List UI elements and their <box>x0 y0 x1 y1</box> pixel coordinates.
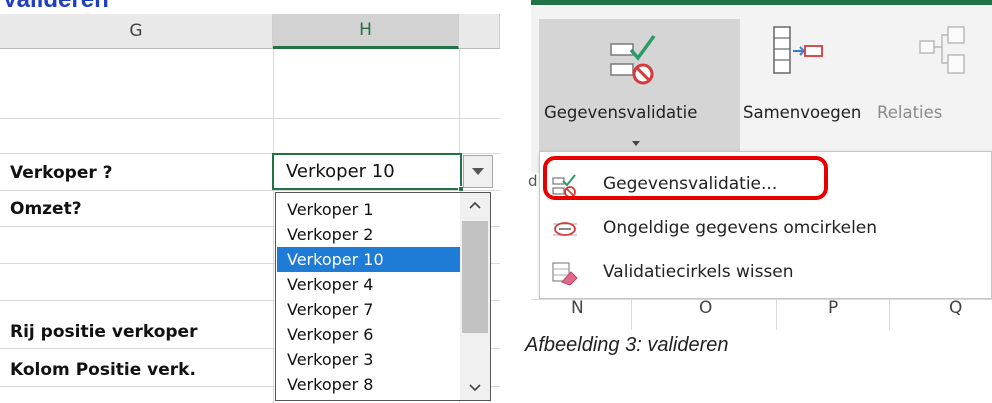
gridline <box>889 300 890 330</box>
relations-button[interactable]: Relaties <box>877 103 942 122</box>
chevron-down-icon[interactable] <box>632 141 640 146</box>
data-validation-icon <box>610 34 656 85</box>
cell-label-kolom-positie[interactable]: Kolom Positie verk. <box>10 360 196 380</box>
scroll-up-icon[interactable] <box>460 193 490 217</box>
active-cell-h[interactable]: Verkoper 10 <box>272 153 464 192</box>
dropdown-arrow-button[interactable] <box>463 155 493 188</box>
gridline <box>273 49 274 403</box>
spreadsheet-area: G H Verkoper ? Omzet? Rij positie verkop… <box>0 0 500 403</box>
validation-dropdown-list[interactable]: Verkoper 1 Verkoper 2 Verkoper 10 Verkop… <box>275 192 491 401</box>
gridline <box>0 190 500 191</box>
column-header-row: N O P Q <box>531 298 992 330</box>
column-header-next[interactable] <box>459 14 500 49</box>
cell-label-verkoper[interactable]: Verkoper ? <box>10 163 113 183</box>
merge-icon <box>773 26 823 74</box>
list-item[interactable]: Verkoper 3 <box>277 347 460 372</box>
figure-caption: Afbeelding 3: valideren <box>525 334 729 356</box>
dropdown-arrow-icon <box>472 168 484 175</box>
relationships-icon <box>919 26 965 74</box>
active-cell-value: Verkoper 10 <box>286 161 395 182</box>
scroll-down-icon[interactable] <box>460 376 490 400</box>
ribbon-area: Gegevensvalidatie Samenvoegen Relaties G… <box>531 0 992 330</box>
circle-invalid-icon <box>553 222 577 236</box>
list-item[interactable]: Verkoper 1 <box>277 197 460 222</box>
column-header-n[interactable]: N <box>571 298 584 318</box>
menu-item-clear-circles[interactable]: Validatiecirkels wissen <box>540 253 990 293</box>
clear-circles-icon <box>552 262 578 286</box>
menu-item-label: Validatiecirkels wissen <box>603 262 794 282</box>
list-item[interactable]: Verkoper 6 <box>277 322 460 347</box>
column-header-h[interactable]: H <box>273 14 459 49</box>
menu-item-label: Ongeldige gegevens omcirkelen <box>603 218 878 238</box>
scrollbar-thumb[interactable] <box>462 221 488 333</box>
list-item[interactable]: Verkoper 4 <box>277 272 460 297</box>
gridline <box>776 300 777 330</box>
gridline <box>0 118 500 119</box>
column-header-g[interactable]: G <box>0 14 273 49</box>
data-validation-label[interactable]: Gegevensvalidatie <box>544 103 697 122</box>
column-header-p[interactable]: P <box>828 298 838 318</box>
partial-cell-text: d <box>528 172 538 190</box>
gridline <box>631 300 632 330</box>
menu-item-circle-invalid[interactable]: Ongeldige gegevens omcirkelen <box>540 209 990 249</box>
list-scrollbar[interactable] <box>460 193 490 400</box>
column-header-q[interactable]: Q <box>949 298 962 318</box>
list-item-selected[interactable]: Verkoper 10 <box>277 247 460 272</box>
column-header-o[interactable]: O <box>699 298 712 318</box>
cell-label-omzet[interactable]: Omzet? <box>10 199 82 219</box>
cell-label-rij-positie[interactable]: Rij positie verkoper <box>10 322 197 342</box>
list-item[interactable]: Verkoper 7 <box>277 297 460 322</box>
list-item[interactable]: Verkoper 2 <box>277 222 460 247</box>
data-validation-menu: Gegevensvalidatie... Ongeldige gegevens … <box>539 151 992 299</box>
highlight-annotation <box>543 156 828 200</box>
list-item[interactable]: Verkoper 8 <box>277 372 460 397</box>
merge-button[interactable]: Samenvoegen <box>743 103 861 122</box>
